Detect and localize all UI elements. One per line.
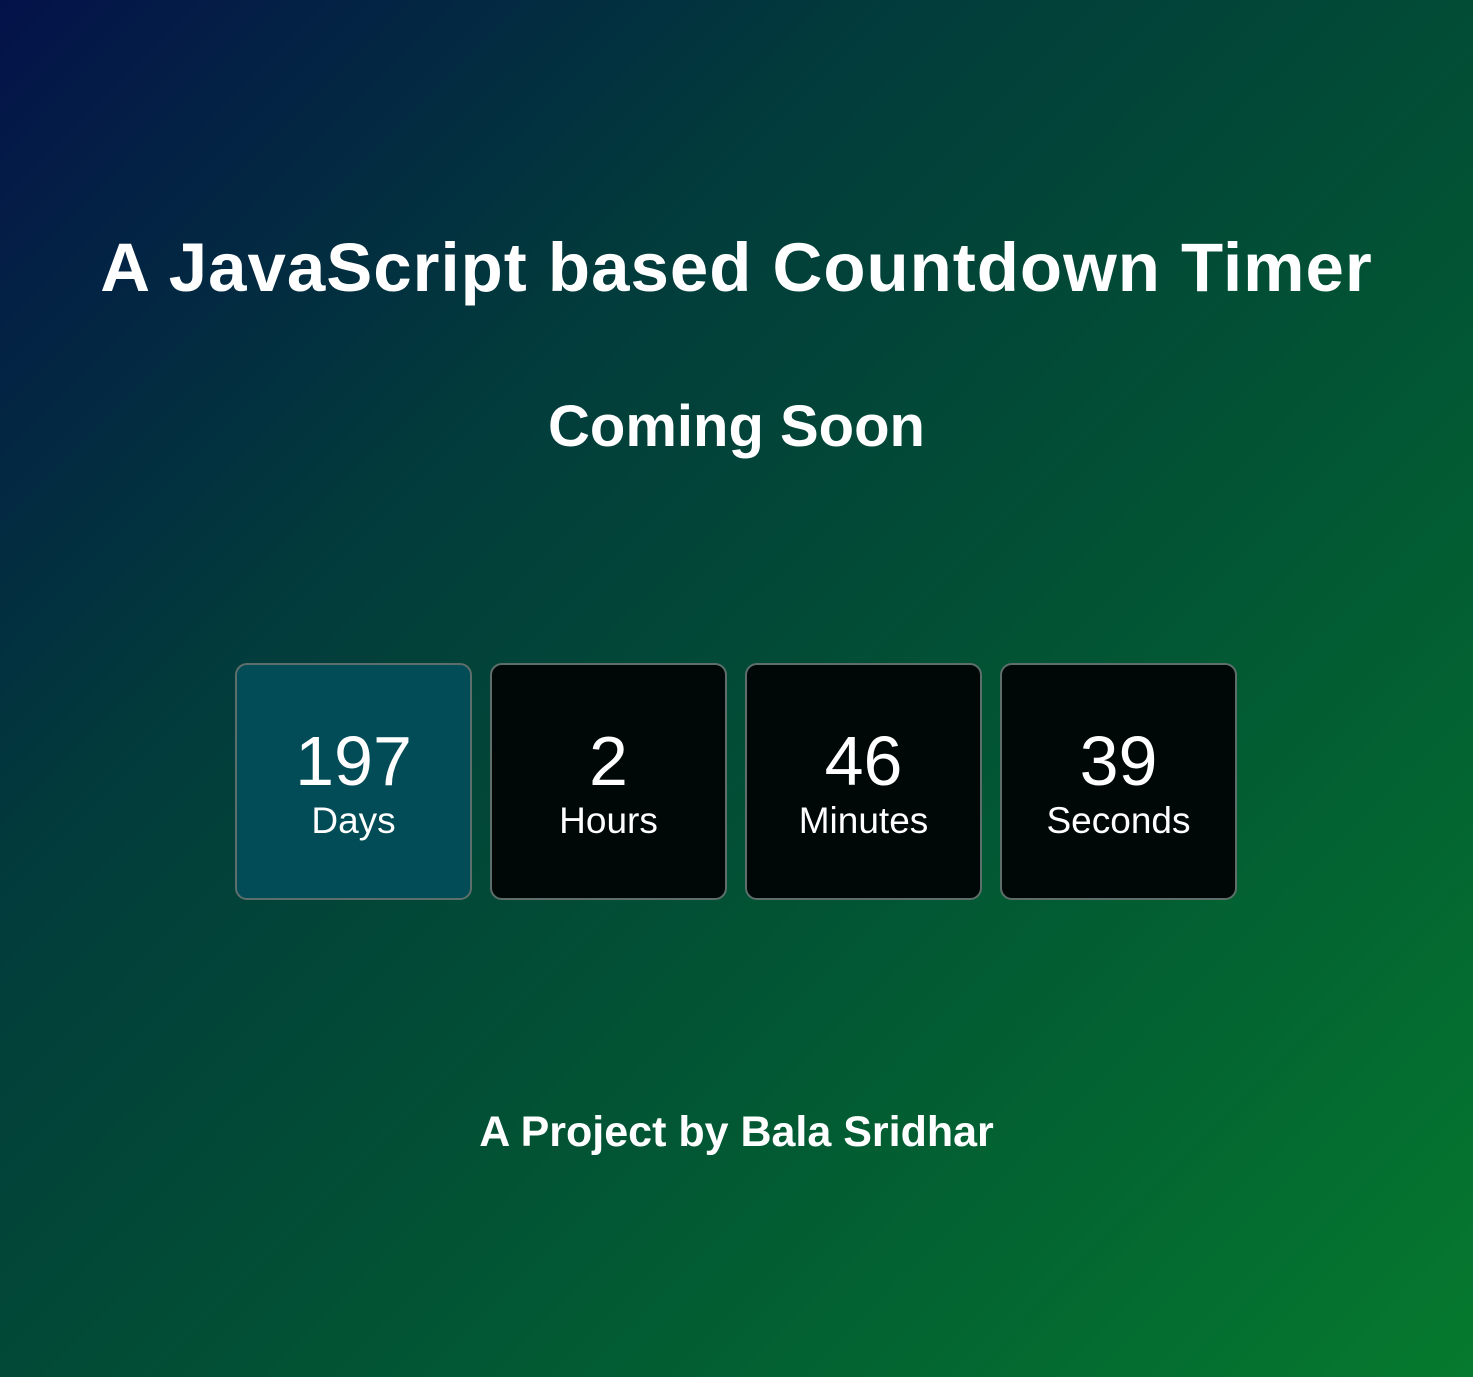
countdown-timer: 197 Days 2 Hours 46 Minutes 39 Seconds (235, 663, 1237, 900)
countdown-minutes-box: 46 Minutes (745, 663, 982, 900)
page-title: A JavaScript based Countdown Timer (100, 229, 1373, 306)
hours-value: 2 (589, 722, 628, 800)
seconds-label: Seconds (1046, 800, 1191, 841)
seconds-value: 39 (1079, 722, 1158, 800)
minutes-value: 46 (824, 722, 903, 800)
countdown-page: A JavaScript based Countdown Timer Comin… (0, 0, 1473, 1377)
project-credit: A Project by Bala Sridhar (479, 1108, 994, 1156)
hours-label: Hours (559, 800, 658, 841)
countdown-days-box: 197 Days (235, 663, 472, 900)
days-label: Days (311, 800, 396, 841)
countdown-hours-box: 2 Hours (490, 663, 727, 900)
minutes-label: Minutes (798, 800, 929, 841)
days-value: 197 (295, 722, 412, 800)
coming-soon-heading: Coming Soon (548, 394, 925, 459)
countdown-seconds-box: 39 Seconds (1000, 663, 1237, 900)
